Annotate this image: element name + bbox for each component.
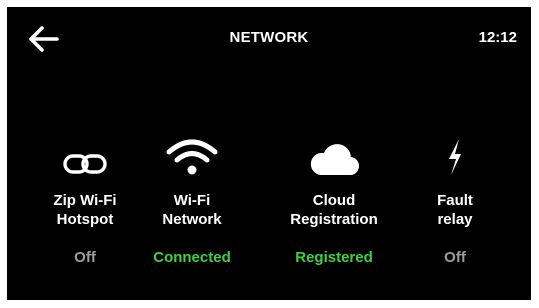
- header-bar: NETWORK 12:12: [7, 7, 531, 69]
- status-text: Registered: [295, 249, 373, 266]
- tile-label: Cloud Registration: [290, 192, 378, 228]
- tile-cloud-registration[interactable]: Cloud Registration Registered: [269, 137, 399, 287]
- wifi-icon: [166, 139, 218, 175]
- tile-wifi-network[interactable]: Wi-Fi Network Connected: [127, 137, 257, 287]
- tile-label: Fault relay: [437, 192, 473, 228]
- status-text: Connected: [153, 249, 231, 266]
- lightning-icon: [449, 139, 461, 175]
- tile-label: Wi-Fi Network: [162, 192, 222, 228]
- clock-time: 12:12: [478, 29, 517, 46]
- link-icon: [63, 154, 107, 174]
- status-text: Off: [444, 249, 466, 266]
- cloud-icon: [310, 144, 360, 176]
- network-screen: NETWORK 12:12 Zip Wi-Fi Hotspot Off Wi-F…: [7, 7, 531, 300]
- page-title: NETWORK: [229, 29, 309, 46]
- tile-fault-relay[interactable]: Fault relay Off: [390, 137, 520, 287]
